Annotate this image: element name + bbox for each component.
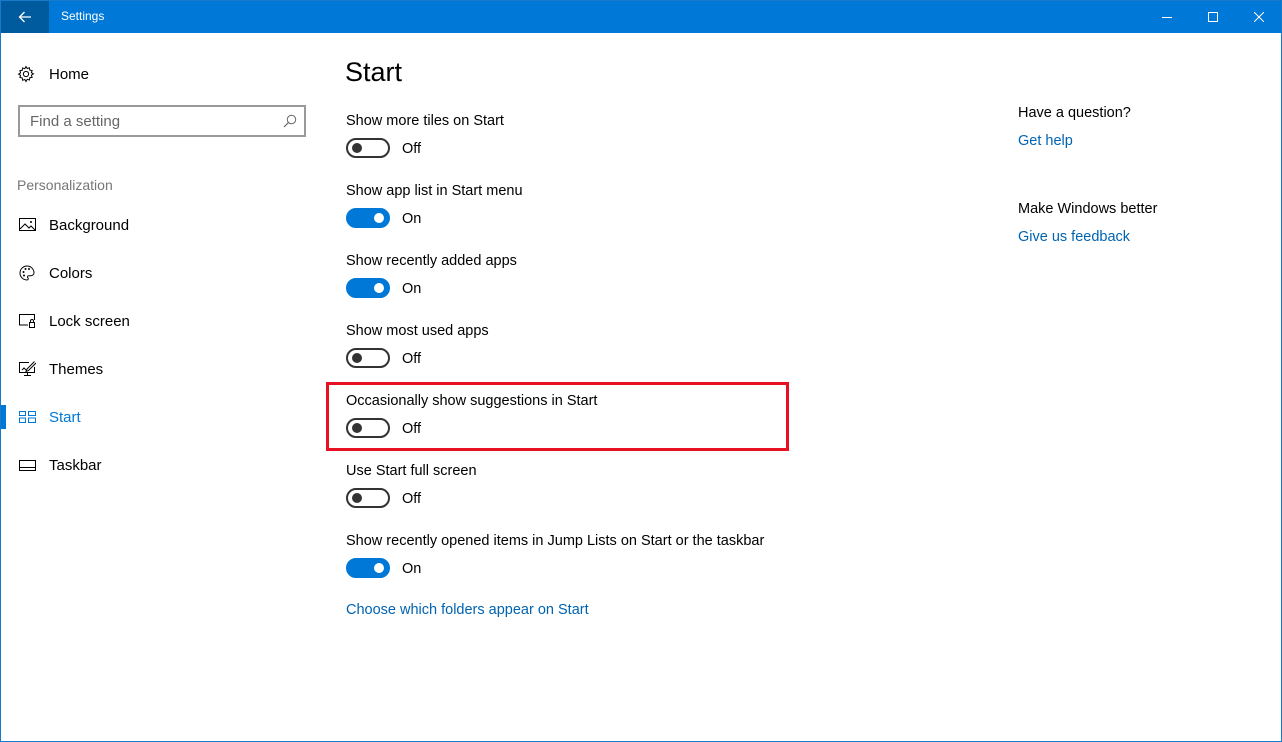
setting-label: Use Start full screen bbox=[346, 463, 477, 479]
home-label: Home bbox=[49, 65, 90, 83]
close-button[interactable] bbox=[1236, 1, 1282, 33]
search-input[interactable] bbox=[20, 107, 270, 135]
toggle-state: Off bbox=[402, 141, 422, 157]
maximize-icon bbox=[1208, 12, 1218, 22]
sidebar: Home Personalization Background Colors bbox=[1, 33, 321, 741]
close-icon bbox=[1254, 12, 1264, 22]
toggle-switch[interactable] bbox=[346, 488, 390, 508]
choose-folders-link[interactable]: Choose which folders appear on Start bbox=[346, 602, 589, 618]
setting-label: Show recently added apps bbox=[346, 253, 517, 269]
page-title: Start bbox=[345, 57, 403, 87]
setting-show-more-tiles: Show more tiles on Start Off bbox=[345, 113, 785, 183]
title-bar: Settings bbox=[1, 1, 1281, 33]
sidebar-item-label: Background bbox=[49, 216, 130, 234]
sidebar-item-label: Colors bbox=[49, 264, 93, 282]
setting-jump-lists: Show recently opened items in Jump Lists… bbox=[345, 533, 785, 603]
sidebar-item-label: Taskbar bbox=[49, 456, 102, 474]
back-arrow-icon bbox=[18, 11, 31, 23]
background-image-icon bbox=[18, 218, 36, 232]
sidebar-item-taskbar[interactable]: Taskbar bbox=[1, 445, 321, 485]
give-feedback-link[interactable]: Give us feedback bbox=[1018, 229, 1130, 245]
section-label-personalization: Personalization bbox=[17, 177, 113, 193]
sidebar-item-label: Lock screen bbox=[49, 312, 130, 330]
toggle-switch[interactable] bbox=[346, 278, 390, 298]
minimize-icon bbox=[1162, 17, 1172, 18]
maximize-button[interactable] bbox=[1190, 1, 1236, 33]
start-tiles-icon bbox=[18, 411, 36, 423]
back-button[interactable] bbox=[1, 1, 49, 33]
toggle-knob bbox=[352, 143, 362, 153]
sidebar-item-label: Themes bbox=[49, 360, 104, 378]
taskbar-icon bbox=[18, 459, 36, 471]
get-help-link[interactable]: Get help bbox=[1018, 133, 1073, 149]
toggle-state: Off bbox=[402, 491, 422, 507]
toggle-knob bbox=[352, 423, 362, 433]
search-box[interactable] bbox=[18, 105, 306, 137]
toggle-knob bbox=[374, 283, 384, 293]
feedback-heading: Make Windows better bbox=[1018, 201, 1158, 217]
toggle-switch[interactable] bbox=[346, 558, 390, 578]
toggle-switch[interactable] bbox=[346, 418, 390, 438]
toggle-state: On bbox=[402, 561, 422, 577]
sidebar-item-label: Start bbox=[49, 408, 81, 426]
toggle-switch[interactable] bbox=[346, 138, 390, 158]
sidebar-home[interactable]: Home bbox=[17, 63, 89, 85]
minimize-button[interactable] bbox=[1144, 1, 1190, 33]
setting-label: Show recently opened items in Jump Lists… bbox=[346, 533, 765, 549]
setting-label: Show most used apps bbox=[346, 323, 489, 339]
gear-icon bbox=[17, 65, 35, 83]
toggle-knob bbox=[352, 353, 362, 363]
toggle-knob bbox=[374, 213, 384, 223]
window-title: Settings bbox=[61, 9, 105, 23]
setting-start-full-screen: Use Start full screen Off bbox=[345, 463, 785, 533]
toggle-knob bbox=[352, 493, 362, 503]
toggle-switch[interactable] bbox=[346, 348, 390, 368]
palette-icon bbox=[18, 265, 36, 281]
setting-label: Show app list in Start menu bbox=[346, 183, 523, 199]
question-heading: Have a question? bbox=[1018, 105, 1131, 121]
setting-show-app-list: Show app list in Start menu On bbox=[345, 183, 785, 253]
toggle-state: Off bbox=[402, 421, 422, 437]
setting-recently-added-apps: Show recently added apps On bbox=[345, 253, 785, 323]
sidebar-item-colors[interactable]: Colors bbox=[1, 253, 321, 293]
sidebar-item-background[interactable]: Background bbox=[1, 205, 321, 245]
toggle-knob bbox=[374, 563, 384, 573]
setting-label: Occasionally show suggestions in Start bbox=[346, 393, 598, 409]
search-icon[interactable] bbox=[282, 113, 298, 129]
setting-label: Show more tiles on Start bbox=[346, 113, 504, 129]
sidebar-item-start[interactable]: Start bbox=[1, 397, 321, 437]
sidebar-item-themes[interactable]: Themes bbox=[1, 349, 321, 389]
themes-icon bbox=[18, 361, 36, 377]
toggle-state: Off bbox=[402, 351, 422, 367]
toggle-state: On bbox=[402, 211, 422, 227]
toggle-switch[interactable] bbox=[346, 208, 390, 228]
setting-most-used-apps: Show most used apps Off bbox=[345, 323, 785, 393]
toggle-state: On bbox=[402, 281, 422, 297]
settings-window: Settings Home Personalization bbox=[0, 0, 1282, 742]
setting-show-suggestions: Occasionally show suggestions in Start O… bbox=[345, 393, 785, 463]
sidebar-item-lock-screen[interactable]: Lock screen bbox=[1, 301, 321, 341]
lock-screen-icon bbox=[18, 314, 36, 328]
